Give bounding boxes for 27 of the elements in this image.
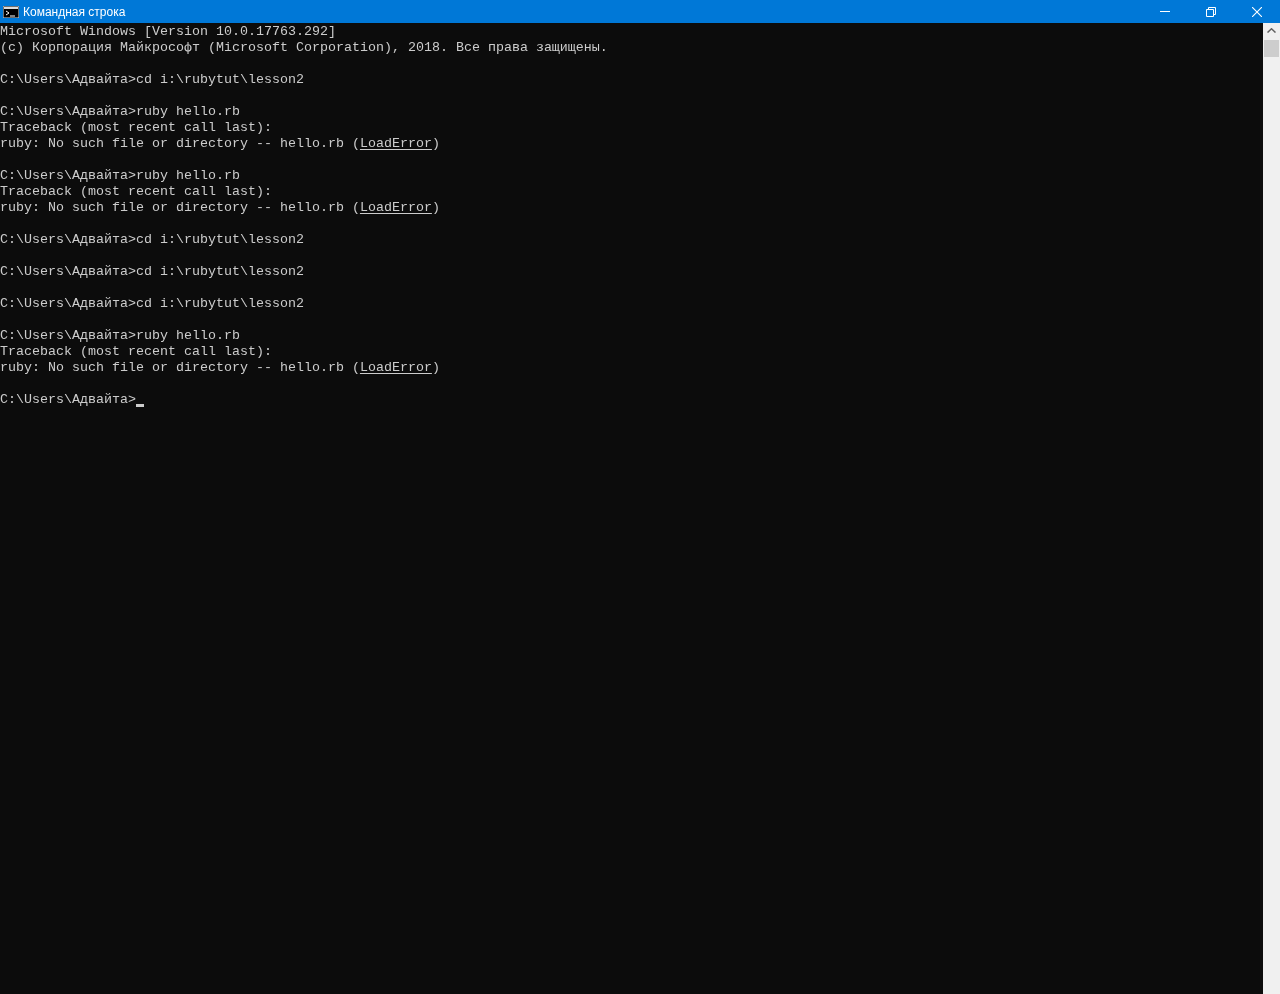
console-line: ruby: No such file or directory -- hello.rb (LoadError) bbox=[0, 360, 440, 376]
underlined-error-name: LoadError bbox=[359, 360, 432, 375]
scrollbar-thumb[interactable] bbox=[1264, 40, 1279, 57]
console-line: C:\Users\Адвайта>ruby hello.rb bbox=[0, 328, 240, 344]
console-app-icon bbox=[3, 5, 19, 18]
restore-icon bbox=[1206, 6, 1216, 17]
console-line: Traceback (most recent call last): bbox=[0, 120, 272, 136]
console-line: C:\Users\Адвайта>ruby hello.rb bbox=[0, 168, 240, 184]
console-line: C:\Users\Адвайта>cd i:\rubytut\lesson2 bbox=[0, 296, 304, 312]
scrollbar[interactable] bbox=[1263, 23, 1280, 994]
underlined-error-name: LoadError bbox=[359, 200, 432, 215]
window-title: Командная строка bbox=[23, 3, 126, 20]
console-line: (c) Корпорация Майкрософт (Microsoft Corporation), 2018. Все права защищены. bbox=[0, 40, 608, 56]
console-line: Microsoft Windows [Version 10.0.17763.292] bbox=[0, 24, 336, 40]
command-prompt: C:\Users\Адвайта> bbox=[0, 392, 136, 408]
close-icon bbox=[1252, 6, 1262, 17]
console-line: Traceback (most recent call last): bbox=[0, 344, 272, 360]
minimize-icon bbox=[1160, 11, 1170, 12]
scroll-up-icon[interactable] bbox=[1267, 28, 1276, 33]
console-line: C:\Users\Адвайта>cd i:\rubytut\lesson2 bbox=[0, 232, 304, 248]
console-line: ruby: No such file or directory -- hello.rb (LoadError) bbox=[0, 200, 440, 216]
console-line: ruby: No such file or directory -- hello.rb (LoadError) bbox=[0, 136, 440, 152]
console-line: C:\Users\Адвайта>cd i:\rubytut\lesson2 bbox=[0, 264, 304, 280]
console-line: Traceback (most recent call last): bbox=[0, 184, 272, 200]
underlined-error-name: LoadError bbox=[359, 136, 432, 151]
console-line: C:\Users\Адвайта>cd i:\rubytut\lesson2 bbox=[0, 72, 304, 88]
console-line: C:\Users\Адвайта>ruby hello.rb bbox=[0, 104, 240, 120]
